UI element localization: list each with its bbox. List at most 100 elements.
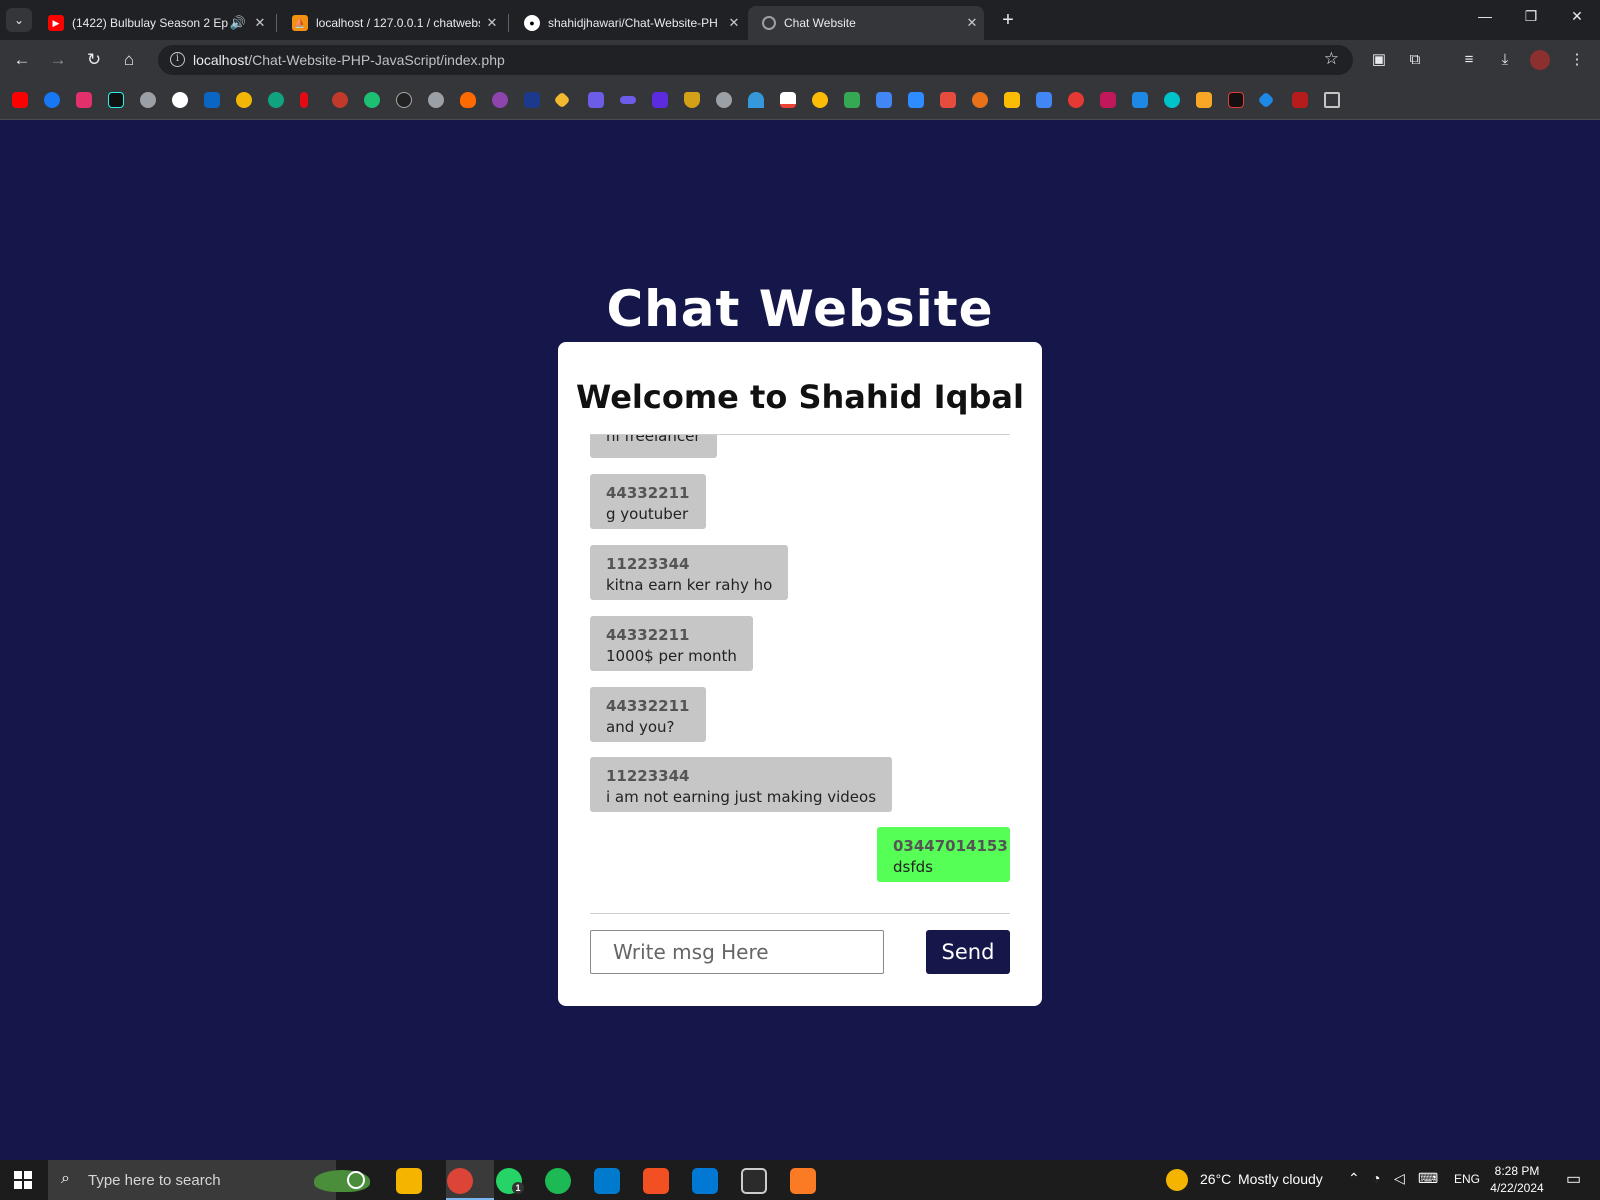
message-input[interactable] bbox=[590, 930, 884, 974]
tiktok-icon[interactable] bbox=[108, 92, 124, 108]
night-light-icon[interactable] bbox=[741, 1168, 767, 1194]
bookmark-star-icon[interactable]: ☆ bbox=[1324, 49, 1339, 69]
home-icon[interactable]: ⌂ bbox=[117, 48, 141, 72]
facebook-icon[interactable] bbox=[44, 92, 60, 108]
side-panel-icon[interactable]: ▣ bbox=[1368, 49, 1390, 71]
globe-icon[interactable] bbox=[716, 92, 732, 108]
more-menu-icon[interactable]: ⋮ bbox=[1566, 49, 1588, 71]
notification-center-icon[interactable]: ▭ bbox=[1566, 1169, 1581, 1189]
whatsapp-icon[interactable]: 1 bbox=[496, 1168, 524, 1194]
youtube-icon[interactable] bbox=[12, 92, 28, 108]
sketch-icon[interactable] bbox=[396, 92, 412, 108]
image-icon[interactable] bbox=[940, 92, 956, 108]
translate-icon[interactable] bbox=[1036, 92, 1052, 108]
address-bar[interactable]: i localhost/Chat-Website-PHP-JavaScript/… bbox=[158, 45, 1353, 75]
taskbar-search[interactable]: ⌕ Type here to search bbox=[48, 1160, 370, 1200]
speaker-icon[interactable]: 🔊 bbox=[228, 15, 248, 31]
tab-phpmyadmin[interactable]: ⛵ localhost / 127.0.0.1 / chatwebs ✕ bbox=[278, 6, 504, 40]
globe-icon[interactable] bbox=[140, 92, 156, 108]
hashnode-icon[interactable] bbox=[588, 92, 604, 108]
infinity-icon[interactable] bbox=[620, 96, 636, 104]
reload-icon[interactable]: ↻ bbox=[82, 48, 106, 72]
card-icon[interactable] bbox=[1196, 92, 1212, 108]
back-arrow-icon[interactable]: ← bbox=[10, 48, 34, 72]
weather-desc[interactable]: Mostly cloudy bbox=[1238, 1171, 1323, 1187]
seventy-six-icon[interactable] bbox=[332, 92, 348, 108]
gallery-icon[interactable] bbox=[1292, 92, 1308, 108]
keep-icon[interactable] bbox=[1004, 92, 1020, 108]
github-icon: ● bbox=[524, 15, 540, 31]
keyboard-icon[interactable]: ⌨ bbox=[1418, 1170, 1438, 1187]
app-icon[interactable] bbox=[643, 1168, 669, 1194]
canva-icon[interactable] bbox=[1164, 92, 1180, 108]
fiverr-icon[interactable] bbox=[364, 92, 380, 108]
openai-icon[interactable] bbox=[268, 92, 284, 108]
close-tab-icon[interactable]: ✕ bbox=[722, 15, 746, 31]
weather-temp[interactable]: 26°C bbox=[1200, 1171, 1231, 1187]
cortana-icon[interactable] bbox=[347, 1171, 365, 1189]
media-controls-icon[interactable]: ≡ bbox=[1458, 49, 1480, 71]
new-tab-button[interactable]: + bbox=[996, 9, 1020, 32]
binance-icon[interactable] bbox=[553, 91, 571, 109]
drive-icon[interactable] bbox=[844, 92, 860, 108]
tab-chat-website[interactable]: Chat Website ✕ bbox=[748, 6, 984, 40]
k-icon[interactable] bbox=[652, 92, 668, 108]
microsoft-store-icon[interactable] bbox=[692, 1168, 718, 1194]
pinwheel-icon[interactable] bbox=[812, 92, 828, 108]
gem-icon[interactable] bbox=[1257, 91, 1275, 109]
close-tab-icon[interactable]: ✕ bbox=[248, 15, 272, 31]
github-icon[interactable] bbox=[172, 92, 188, 108]
tab-search-button[interactable]: ⌄ bbox=[6, 8, 32, 32]
restore-icon[interactable]: ❐ bbox=[1508, 8, 1554, 25]
folder-icon[interactable] bbox=[1324, 92, 1340, 108]
chrome-icon[interactable] bbox=[447, 1168, 473, 1194]
chevron-up-icon[interactable]: ⌃ bbox=[1348, 1170, 1360, 1187]
shield-icon[interactable] bbox=[684, 92, 700, 108]
volume-icon[interactable]: ◁ bbox=[1394, 1170, 1405, 1187]
netflix-icon[interactable] bbox=[300, 92, 308, 108]
forward-arrow-icon[interactable]: → bbox=[46, 48, 70, 72]
linkedin-icon[interactable] bbox=[204, 92, 220, 108]
flag-icon[interactable] bbox=[908, 92, 924, 108]
tab-youtube[interactable]: ▶ (1422) Bulbulay Season 2 Ep 🔊 ✕ bbox=[34, 6, 272, 40]
person-icon[interactable] bbox=[748, 92, 764, 108]
profile-avatar[interactable] bbox=[1530, 50, 1550, 70]
youtube-icon: ▶ bbox=[48, 15, 64, 31]
message-text: and you? bbox=[606, 718, 675, 736]
windows-start-icon[interactable] bbox=[14, 1171, 32, 1189]
tab-github[interactable]: ● shahidjhawari/Chat-Website-PH ✕ bbox=[510, 6, 746, 40]
spotify-icon[interactable] bbox=[545, 1168, 571, 1194]
wu-icon[interactable] bbox=[524, 92, 540, 108]
close-tab-icon[interactable]: ✕ bbox=[480, 15, 504, 31]
extensions-icon[interactable]: ⧉ bbox=[1404, 49, 1426, 71]
triangle-icon[interactable] bbox=[1228, 92, 1244, 108]
circle-icon[interactable] bbox=[972, 92, 988, 108]
clock-date: 4/22/2024 bbox=[1490, 1181, 1544, 1195]
close-window-icon[interactable]: ✕ bbox=[1554, 8, 1600, 25]
download-icon[interactable]: ⤓ bbox=[1494, 49, 1516, 71]
upwork-icon[interactable] bbox=[492, 92, 508, 108]
language-indicator[interactable]: ENG bbox=[1454, 1172, 1480, 1186]
photo-icon[interactable] bbox=[1100, 92, 1116, 108]
site-info-icon[interactable]: i bbox=[170, 52, 185, 67]
chat-messages[interactable]: hi freelancer 44332211 g youtuber 112233… bbox=[590, 435, 1010, 890]
chat-card: Welcome to Shahid Iqbal hi freelancer 44… bbox=[558, 342, 1042, 1006]
file-explorer-icon[interactable] bbox=[396, 1168, 422, 1194]
malwarebytes-icon[interactable] bbox=[1132, 92, 1148, 108]
pencil-icon[interactable] bbox=[876, 92, 892, 108]
url-text[interactable]: localhost/Chat-Website-PHP-JavaScript/in… bbox=[193, 52, 505, 68]
send-button[interactable]: Send bbox=[926, 930, 1010, 974]
globe-icon[interactable] bbox=[428, 92, 444, 108]
gmail-icon[interactable] bbox=[780, 92, 796, 108]
vscode-icon[interactable] bbox=[594, 1168, 620, 1194]
bee-icon[interactable] bbox=[236, 92, 252, 108]
xampp-icon[interactable] bbox=[790, 1168, 816, 1194]
refresh-app-icon[interactable] bbox=[1068, 92, 1084, 108]
minimize-icon[interactable]: — bbox=[1462, 8, 1508, 24]
wifi-icon[interactable]: ◔ bbox=[1372, 1170, 1380, 1186]
instagram-icon[interactable] bbox=[76, 92, 92, 108]
clock[interactable]: 8:28 PM 4/22/2024 bbox=[1484, 1163, 1550, 1197]
close-tab-icon[interactable]: ✕ bbox=[960, 15, 984, 31]
weather-cloud-icon[interactable] bbox=[1166, 1169, 1188, 1191]
fire-icon[interactable] bbox=[460, 92, 476, 108]
